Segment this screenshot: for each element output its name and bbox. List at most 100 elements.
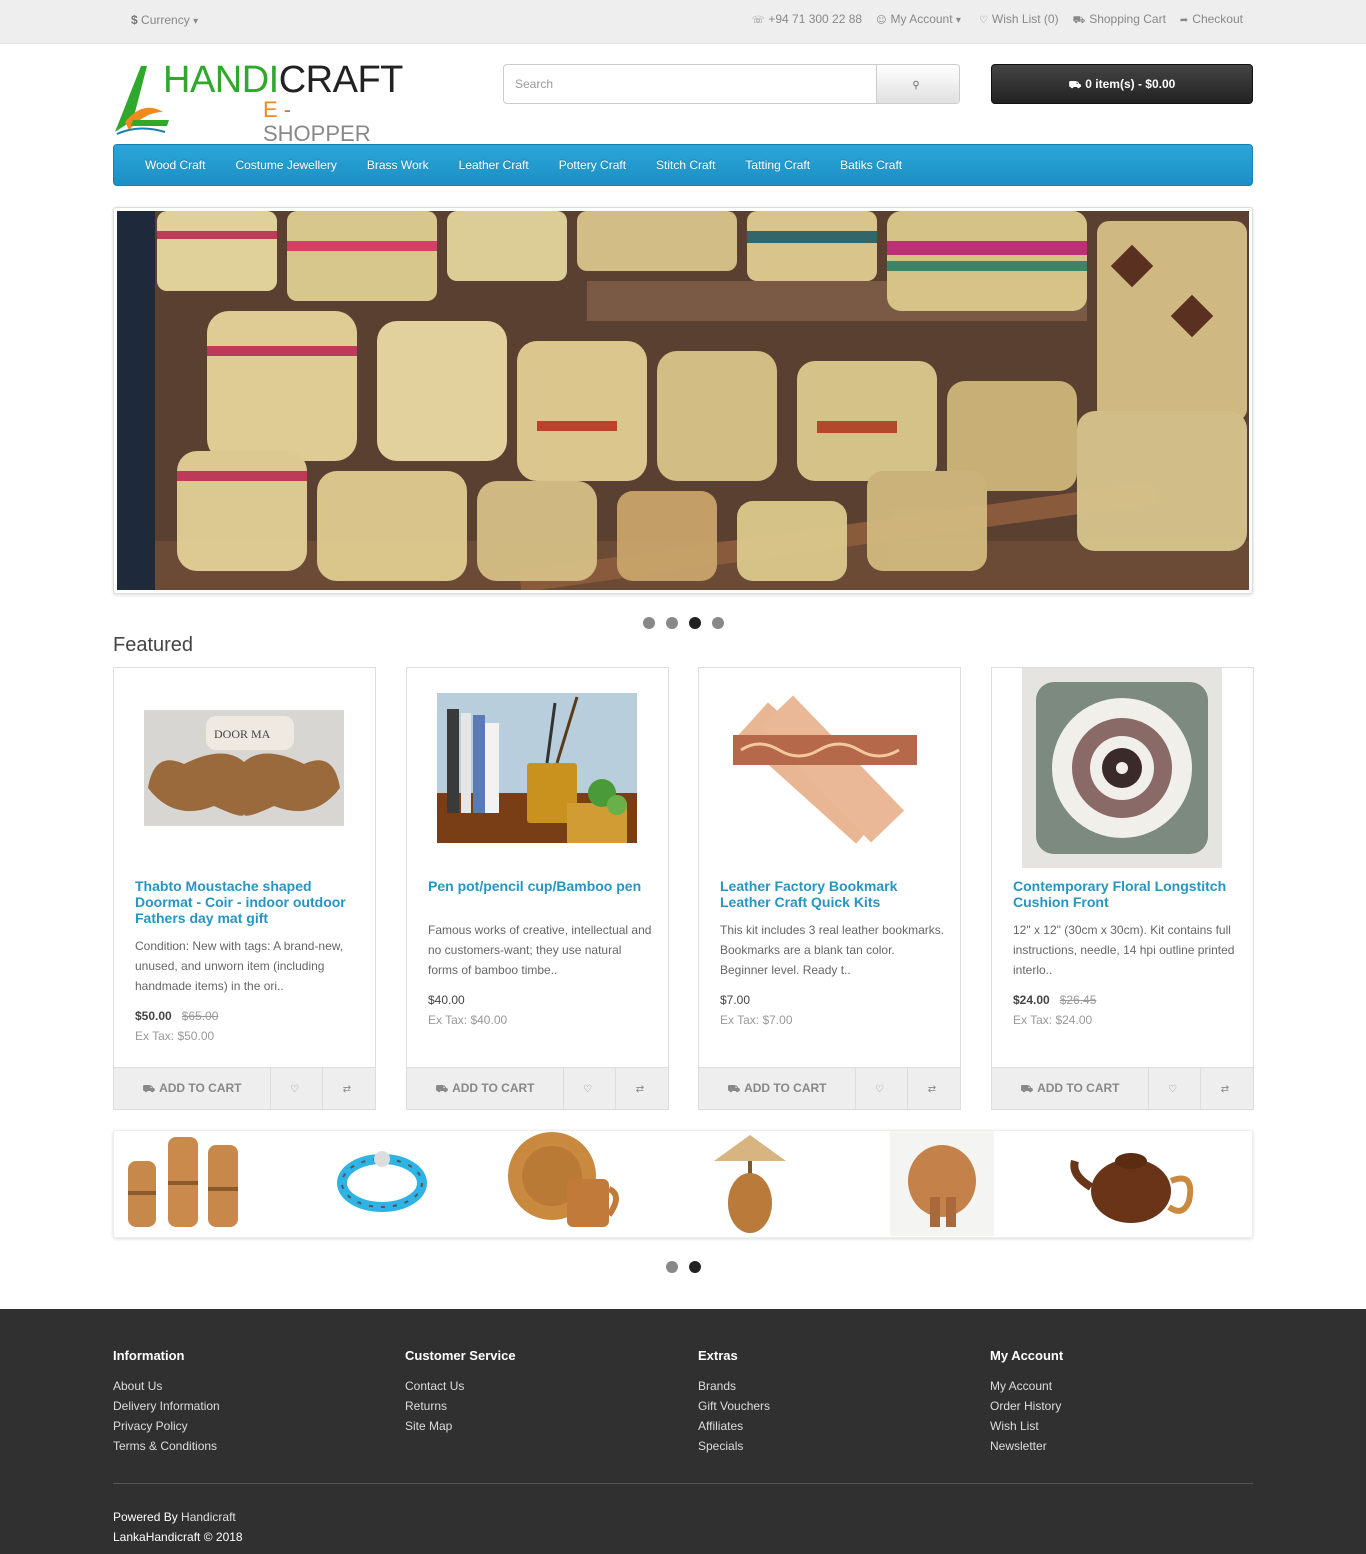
carousel-item-wooden-vases[interactable] <box>122 1131 252 1236</box>
my-account-dropdown[interactable]: ☺ My Account ▾ <box>876 12 965 28</box>
carousel-dot-2[interactable] <box>689 1261 701 1273</box>
footer-link-terms-conditions[interactable]: Terms & Conditions <box>113 1436 220 1456</box>
menu-item-stitch-craft[interactable]: Stitch Craft <box>641 145 730 185</box>
checkout-label: Checkout <box>1192 12 1243 26</box>
price-new: $50.00 <box>135 1009 172 1023</box>
phone-icon: ☏ <box>751 15 765 26</box>
product-name-link[interactable]: Pen pot/pencil cup/Bamboo pen <box>428 878 653 894</box>
product-description: Famous works of creative, intellectual a… <box>428 923 652 977</box>
add-to-cart-button[interactable]: ⛟ ADD TO CART <box>114 1068 271 1109</box>
menu-item-leather-craft[interactable]: Leather Craft <box>444 145 544 185</box>
product-image-pen-pot[interactable] <box>437 693 637 843</box>
caret-down-icon: ▾ <box>955 15 961 26</box>
compare-button[interactable]: ⇄ <box>323 1068 375 1109</box>
carousel-item-woven-lamp[interactable] <box>704 1131 834 1236</box>
add-to-cart-button[interactable]: ⛟ ADD TO CART <box>992 1068 1149 1109</box>
add-to-cart-button[interactable]: ⛟ ADD TO CART <box>699 1068 856 1109</box>
product-price: $50.00 $65.00 <box>135 1009 218 1023</box>
shopping-cart-link[interactable]: ⛟ Shopping Cart <box>1073 12 1166 28</box>
slideshow[interactable] <box>113 207 1253 594</box>
logo-title-green: HANDI <box>163 59 279 101</box>
checkout-link[interactable]: ➦ Checkout <box>1180 12 1243 28</box>
product-name-link[interactable]: Contemporary Floral Longstitch Cushion F… <box>1013 878 1238 910</box>
menu-item-wood-craft[interactable]: Wood Craft <box>130 145 220 185</box>
menu-item-tatting-craft[interactable]: Tatting Craft <box>730 145 825 185</box>
product-tax: Ex Tax: $24.00 <box>1013 1013 1093 1027</box>
menu-item-batiks-craft[interactable]: Batiks Craft <box>825 145 917 185</box>
footer-link-privacy-policy[interactable]: Privacy Policy <box>113 1416 220 1436</box>
cart-total: 0 item(s) - $0.00 <box>1085 77 1176 91</box>
product-image-bookmark[interactable] <box>729 683 929 853</box>
slide-dot-1[interactable] <box>643 617 655 629</box>
phone-link[interactable]: ☏ +94 71 300 22 88 <box>752 12 862 28</box>
pen-pot-illustration <box>437 693 637 843</box>
footer-link-site-map[interactable]: Site Map <box>405 1416 516 1436</box>
carousel-item-coconut-teapot[interactable] <box>1069 1131 1199 1236</box>
footer-link-gift-vouchers[interactable]: Gift Vouchers <box>698 1396 770 1416</box>
footer-link-newsletter[interactable]: Newsletter <box>990 1436 1063 1456</box>
product-name-link[interactable]: Thabto Moustache shaped Doormat - Coir -… <box>135 878 360 926</box>
add-to-cart-label: ADD TO CART <box>1037 1081 1120 1095</box>
heart-icon: ♡ <box>290 1084 299 1095</box>
powered-by-link[interactable]: Handicraft <box>181 1510 236 1524</box>
footer-link-specials[interactable]: Specials <box>698 1436 770 1456</box>
search-button[interactable]: ⚲ <box>876 65 959 103</box>
product-image-doormat[interactable]: DOOR MA <box>144 710 344 826</box>
footer-link-order-history[interactable]: Order History <box>990 1396 1063 1416</box>
my-account-label: My Account <box>890 12 953 26</box>
product-actions: ⛟ ADD TO CART ♡ ⇄ <box>114 1067 375 1109</box>
cart-icon: ⛟ <box>142 1084 156 1095</box>
price-new: $40.00 <box>428 993 465 1007</box>
footer-link-returns[interactable]: Returns <box>405 1396 516 1416</box>
site-logo[interactable]: HANDICRAFT E - SHOPPER <box>113 60 403 146</box>
caret-down-icon: ▾ <box>193 16 199 27</box>
exchange-icon: ⇄ <box>927 1084 937 1095</box>
add-to-cart-button[interactable]: ⛟ ADD TO CART <box>407 1068 564 1109</box>
add-to-wishlist-button[interactable]: ♡ <box>856 1068 908 1109</box>
wish-list-link[interactable]: ♡ Wish List (0) <box>979 12 1059 28</box>
cart-button[interactable]: ⛟ 0 item(s) - $0.00 <box>991 64 1253 104</box>
footer-column-my-account: My Account My Account Order History Wish… <box>990 1348 1063 1456</box>
product-image-cushion[interactable] <box>1022 668 1222 868</box>
slide-dot-3[interactable] <box>689 617 701 629</box>
footer-link-brands[interactable]: Brands <box>698 1376 770 1396</box>
add-to-wishlist-button[interactable]: ♡ <box>564 1068 616 1109</box>
heart-icon: ♡ <box>583 1084 592 1095</box>
currency-dropdown[interactable]: $ Currency ▾ <box>131 13 202 27</box>
compare-button[interactable]: ⇄ <box>616 1068 668 1109</box>
carousel-item-wooden-elephant[interactable] <box>890 1131 1020 1236</box>
search-input[interactable]: Search <box>515 77 553 91</box>
footer-link-about-us[interactable]: About Us <box>113 1376 220 1396</box>
footer-link-delivery-information[interactable]: Delivery Information <box>113 1396 220 1416</box>
menu-item-costume-jewellery[interactable]: Costume Jewellery <box>220 145 351 185</box>
logo-subtitle-accent: E <box>263 97 278 122</box>
logo-title: HANDICRAFT <box>163 60 403 100</box>
product-card: Leather Factory Bookmark Leather Craft Q… <box>698 667 961 1110</box>
slide-dot-2[interactable] <box>666 617 678 629</box>
product-name-link[interactable]: Leather Factory Bookmark Leather Craft Q… <box>720 878 945 910</box>
logo-title-black: CRAFT <box>278 59 404 101</box>
product-carousel[interactable] <box>113 1130 1253 1238</box>
search-icon: ⚲ <box>912 80 920 91</box>
clay-plate-cup-icon <box>508 1132 619 1227</box>
carousel-item-clay-plate[interactable] <box>497 1131 627 1236</box>
wish-list-label: Wish List (0) <box>991 12 1059 26</box>
cart-icon: ⛟ <box>727 1084 741 1095</box>
compare-button[interactable]: ⇄ <box>1201 1068 1253 1109</box>
footer-link-my-account[interactable]: My Account <box>990 1376 1063 1396</box>
slide-dot-4[interactable] <box>712 617 724 629</box>
footer-link-affiliates[interactable]: Affiliates <box>698 1416 770 1436</box>
product-card: Contemporary Floral Longstitch Cushion F… <box>991 667 1254 1110</box>
add-to-wishlist-button[interactable]: ♡ <box>1149 1068 1201 1109</box>
footer-link-wish-list[interactable]: Wish List <box>990 1416 1063 1436</box>
menu-item-pottery-craft[interactable]: Pottery Craft <box>544 145 641 185</box>
carousel-dot-1[interactable] <box>666 1261 678 1273</box>
doormat-illustration: DOOR MA <box>144 710 344 826</box>
heart-icon: ♡ <box>1168 1084 1177 1095</box>
add-to-wishlist-button[interactable]: ♡ <box>271 1068 323 1109</box>
compare-button[interactable]: ⇄ <box>908 1068 960 1109</box>
carousel-item-blue-bracelet[interactable] <box>314 1131 444 1236</box>
footer-link-contact-us[interactable]: Contact Us <box>405 1376 516 1396</box>
coconut-teapot-icon <box>1070 1153 1194 1223</box>
menu-item-brass-work[interactable]: Brass Work <box>352 145 444 185</box>
